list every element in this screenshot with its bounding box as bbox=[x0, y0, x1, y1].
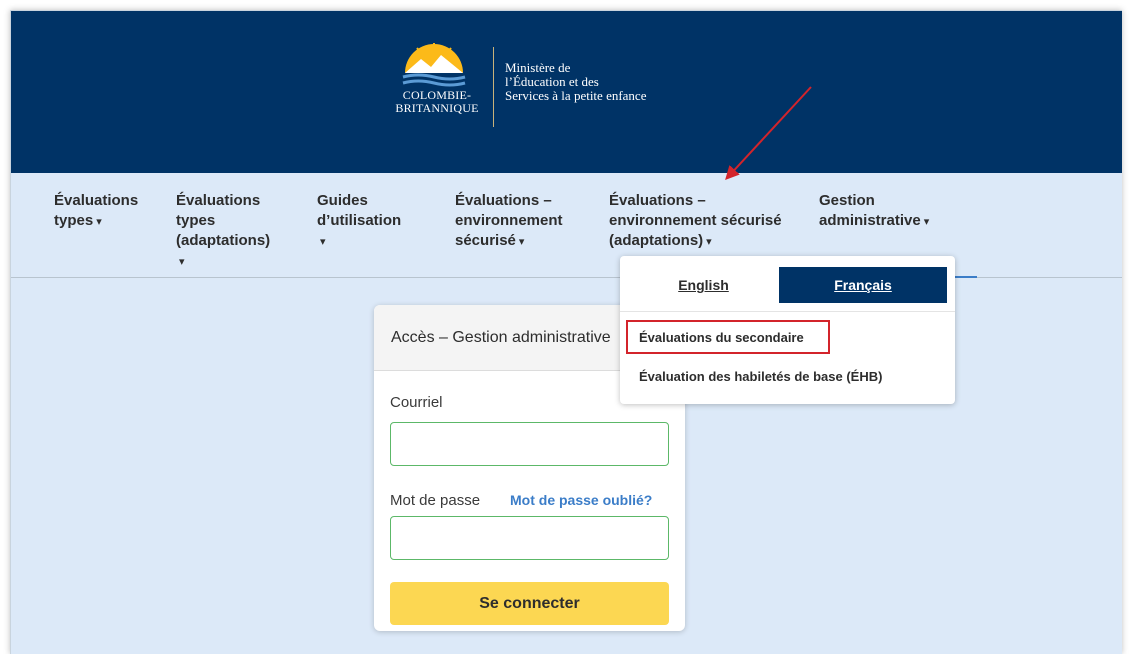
nav-item-evaluations-types-adaptations[interactable]: Évaluations types (adaptations) ▾ bbox=[176, 191, 270, 272]
nav-item-evaluations-secure[interactable]: Évaluations – environnement sécurisé ▾ bbox=[455, 191, 563, 252]
site-banner: COLOMBIE- BRITANNIQUE Ministère de l’Édu… bbox=[11, 11, 1122, 173]
nav-item-gestion-administrative[interactable]: Gestion administrative ▾ bbox=[819, 191, 929, 232]
password-label: Mot de passe bbox=[390, 492, 481, 509]
dropdown-item-fsa[interactable]: Évaluation des habiletés de base (ÉHB) bbox=[639, 369, 882, 384]
sign-in-button[interactable]: Se connecter bbox=[390, 582, 669, 625]
bc-government-logo[interactable]: COLOMBIE- BRITANNIQUE Ministère de l’Édu… bbox=[389, 41, 689, 131]
language-english-tab[interactable]: English bbox=[631, 267, 776, 303]
nav-item-guides[interactable]: Guides d’utilisation ▾ bbox=[317, 191, 401, 252]
email-label: Courriel bbox=[390, 394, 443, 411]
chevron-down-icon: ▾ bbox=[96, 216, 102, 228]
forgot-password-link[interactable]: Mot de passe oublié? bbox=[510, 492, 652, 508]
chevron-down-icon: ▾ bbox=[518, 236, 525, 248]
chevron-down-icon: ▾ bbox=[320, 236, 326, 248]
chevron-down-icon: ▾ bbox=[706, 236, 712, 248]
chevron-down-icon: ▾ bbox=[179, 256, 185, 268]
logo-province-name: COLOMBIE- BRITANNIQUE bbox=[395, 88, 479, 115]
dropdown-divider bbox=[620, 311, 955, 312]
nav-dropdown-menu: English Français Évaluations du secondai… bbox=[620, 256, 955, 404]
logo-divider bbox=[493, 47, 494, 127]
chevron-down-icon: ▾ bbox=[923, 216, 930, 228]
nav-item-evaluations-secure-adaptations[interactable]: Évaluations – environnement sécurisé (ad… bbox=[609, 191, 782, 252]
ministry-name: Ministère de l’Éducation et des Services… bbox=[505, 60, 647, 103]
email-field[interactable] bbox=[390, 422, 669, 466]
dropdown-item-secondary-evaluations[interactable]: Évaluations du secondaire bbox=[626, 320, 830, 354]
login-title: Accès – Gestion administrative bbox=[391, 329, 611, 346]
main-navigation: Évaluations types ▾ Évaluations types (ad… bbox=[11, 173, 1122, 278]
password-field[interactable] bbox=[390, 516, 669, 560]
nav-item-evaluations-types[interactable]: Évaluations types ▾ bbox=[54, 191, 138, 232]
sun-mountains-icon bbox=[402, 43, 466, 87]
browser-viewport: COLOMBIE- BRITANNIQUE Ministère de l’Édu… bbox=[10, 10, 1122, 654]
language-french-tab[interactable]: Français bbox=[779, 267, 947, 303]
